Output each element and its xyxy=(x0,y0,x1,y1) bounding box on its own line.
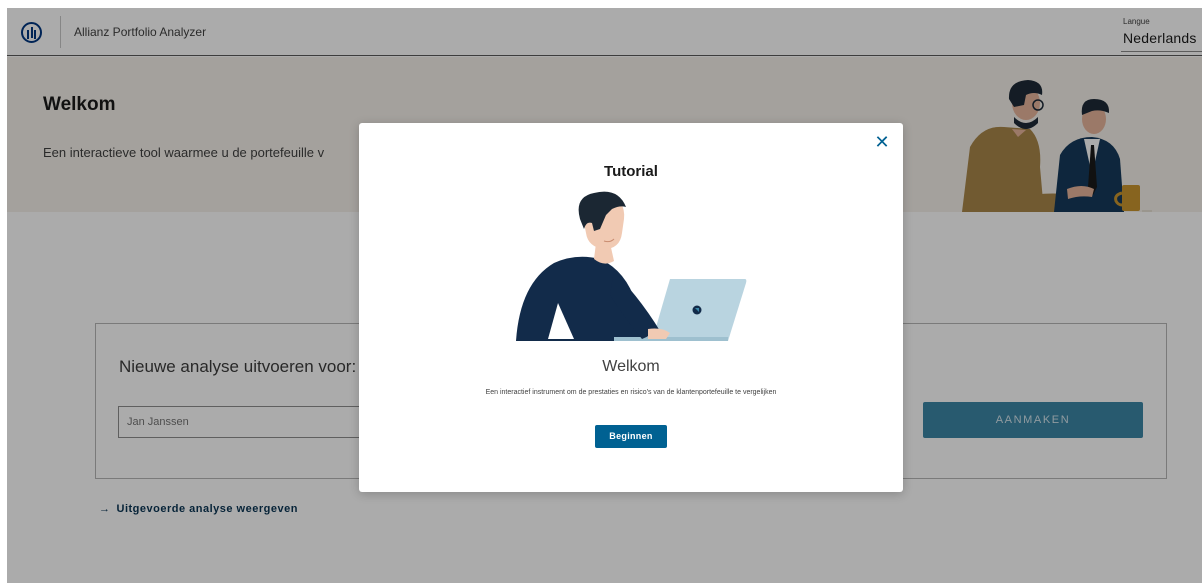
person-with-laptop-illustration xyxy=(516,191,747,341)
modal-heading: Welkom xyxy=(602,358,660,375)
modal-description: Een interactief instrument om de prestat… xyxy=(485,389,777,396)
start-button[interactable]: Beginnen xyxy=(595,425,667,448)
modal-title: Tutorial xyxy=(604,163,658,180)
tutorial-modal: ✕ Tutorial Welkom Een interactief instru… xyxy=(359,123,903,492)
close-icon[interactable]: ✕ xyxy=(874,133,890,151)
